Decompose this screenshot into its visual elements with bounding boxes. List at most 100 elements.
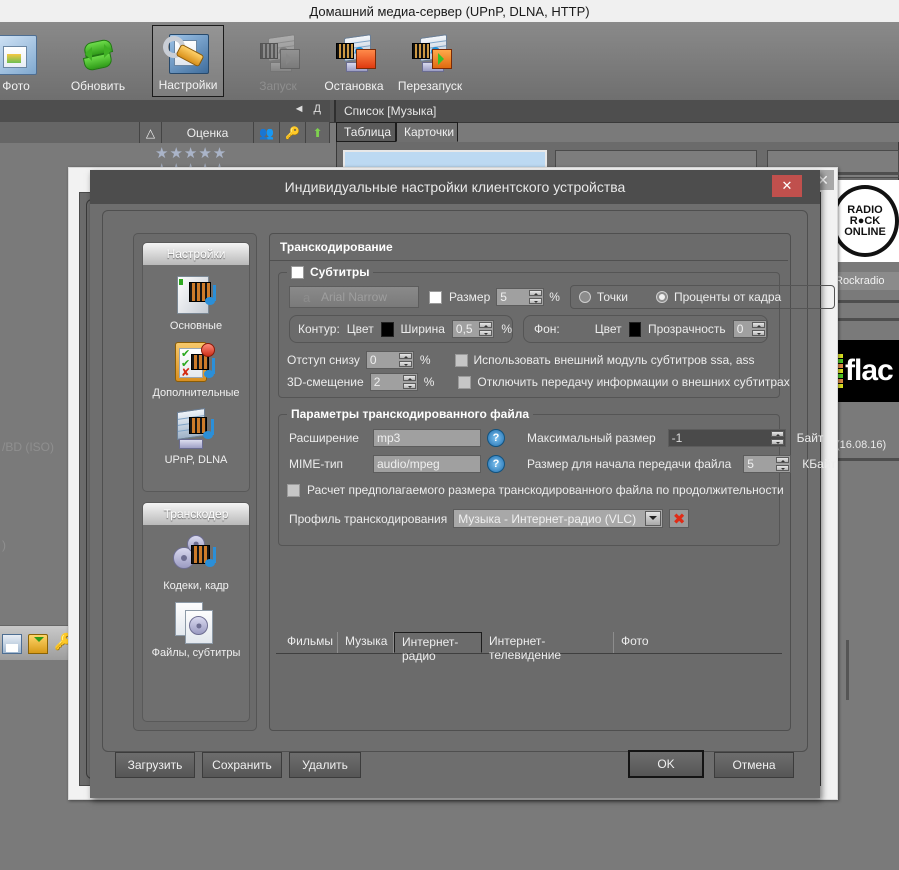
pane-collapse-arrows[interactable]: ◄ Д [294, 103, 324, 115]
people-icon[interactable]: 👥 [254, 122, 280, 143]
refresh-icon [75, 33, 121, 77]
bottom-offset-row: Отступ снизу 0 % Использовать внешний мо… [287, 351, 755, 369]
column-header-blank[interactable] [0, 122, 140, 143]
sidebar-item-kodeki-kadr[interactable]: Кодеки, кадр [143, 533, 249, 592]
delete-button[interactable]: Удалить [289, 752, 361, 778]
sidebar-label-osnovnye: Основные [170, 320, 222, 332]
outline-width-unit: % [501, 322, 512, 336]
table-column-header: △ Оценка 👥 🔑 ⬆ [0, 122, 330, 143]
tab-internet-tv[interactable]: Интернет-телевидение [482, 632, 614, 653]
toolbar-button-start: Запуск [242, 25, 314, 97]
subtitles-enable-checkbox[interactable] [291, 266, 304, 279]
bg-color-swatch[interactable] [629, 322, 641, 337]
extension-input[interactable]: mp3 [373, 429, 481, 447]
size-spinner[interactable]: 5 [496, 288, 544, 306]
sidebar-item-faily-subtitry[interactable]: Файлы, субтитры [143, 600, 249, 659]
tab-cards[interactable]: Карточки [396, 122, 458, 142]
logo-line-1: RADIO [847, 205, 882, 216]
tab-internet-radio[interactable]: Интернет-радио [394, 632, 482, 653]
shift3d-spinner[interactable]: 2 [370, 373, 418, 391]
settings-sidebar: Настройки Основные ✔ ✔ ✘ [133, 233, 257, 731]
bg-transparency-spinner[interactable]: 0 [733, 320, 767, 338]
flac-text: flac [845, 354, 893, 388]
toolbar-button-settings[interactable]: Настройки [152, 25, 224, 97]
logo-line-3: ONLINE [844, 227, 886, 238]
tab-table[interactable]: Таблица [336, 122, 396, 142]
outline-color-swatch[interactable] [381, 322, 394, 337]
radio-points-label: Точки [597, 290, 628, 304]
max-size-label: Максимальный размер [527, 431, 656, 445]
list-title: Список [Музыка] [334, 100, 899, 122]
column-header-sort-icon[interactable]: △ [140, 122, 162, 143]
divider [831, 458, 899, 461]
question-help-icon[interactable]: ? [487, 429, 505, 447]
radio-percent-of-frame[interactable] [656, 291, 668, 303]
red-x-delete-icon[interactable]: ✖ [669, 509, 689, 528]
sidebar-item-osnovnye[interactable]: Основные [143, 273, 249, 332]
transcoding-profile-select[interactable]: Музыка - Интернет-радио (VLC) [453, 509, 663, 528]
start-size-spinner[interactable]: 5 [743, 455, 791, 473]
size-enable-checkbox[interactable] [429, 291, 442, 304]
size-unit: % [549, 290, 560, 304]
outline-label: Контур: [298, 322, 340, 336]
right-panel-columns [832, 640, 899, 700]
chevron-down-icon[interactable] [645, 511, 661, 526]
toolbar-label-settings: Настройки [159, 78, 218, 92]
close-icon[interactable]: ✕ [772, 175, 802, 197]
font-select-button[interactable]: a Arial Narrow [289, 286, 419, 308]
server-stop-icon [331, 33, 377, 77]
toolbar-button-photo[interactable]: Фото [0, 25, 52, 97]
toolbar-button-restart[interactable]: Перезапуск [394, 25, 466, 97]
up-arrow-icon[interactable]: ⬆ [306, 122, 330, 143]
open-folder-icon[interactable] [28, 634, 48, 654]
save-button[interactable]: Сохранить [202, 752, 282, 778]
toolbar-button-stop[interactable]: Остановка [318, 25, 390, 97]
sidebar-item-dopolnitelnye[interactable]: ✔ ✔ ✘ Дополнительные [143, 340, 249, 399]
max-size-spinner[interactable]: -1 [668, 429, 786, 447]
tab-filmy[interactable]: Фильмы [280, 632, 338, 653]
sidebar-label-upnp-dlna: UPnP, DLNA [165, 454, 228, 466]
subtitles-legend: Субтитры [310, 265, 369, 279]
radio-percent-label: Проценты от кадра [674, 290, 781, 304]
clipboard-check-icon: ✔ ✔ ✘ [171, 340, 221, 384]
ok-button[interactable]: OK [628, 750, 704, 778]
tab-muzyka[interactable]: Музыка [338, 632, 394, 653]
subtitles-legend-row: Субтитры [287, 265, 373, 279]
radio-points[interactable] [579, 291, 591, 303]
folder-photo-icon [0, 33, 39, 77]
toolbar-label-photo: Фото [2, 79, 30, 93]
sidebar-item-upnp-dlna[interactable]: UPnP, DLNA [143, 407, 249, 466]
disable-external-info-checkbox[interactable] [458, 376, 471, 389]
tab-foto[interactable]: Фото [614, 632, 658, 653]
bg-label-paren: ) [2, 538, 6, 552]
outline-width-spinner[interactable]: 0,5 [452, 320, 494, 338]
question-help-icon[interactable]: ? [487, 455, 505, 473]
mime-input[interactable]: audio/mpeg [373, 455, 481, 473]
list-view-tabs: Таблица Карточки [336, 122, 899, 142]
load-button[interactable]: Загрузить [115, 752, 195, 778]
outline-width-value: 0,5 [456, 322, 473, 336]
sidebar-group-transcoder: Транскодер Кодеки, кадр [142, 502, 250, 722]
bottom-offset-spinner[interactable]: 0 [366, 351, 414, 369]
external-ssa-checkbox[interactable] [455, 354, 468, 367]
bg-label: Фон: [534, 322, 560, 336]
save-icon[interactable] [2, 634, 22, 654]
column-header-rating[interactable]: Оценка [162, 122, 254, 143]
sidebar-group-settings: Настройки Основные ✔ ✔ ✘ [142, 242, 250, 492]
sidebar-label-dopolnitelnye: Дополнительные [152, 387, 239, 399]
shift3d-value: 2 [374, 375, 381, 389]
media-type-tabs: Фильмы Музыка Интернет-радио Интернет-те… [276, 632, 782, 654]
estimate-size-checkbox[interactable] [287, 484, 300, 497]
left-pane-header: ◄ Д [0, 100, 330, 122]
key-icon[interactable]: 🔑 [280, 122, 306, 143]
book-media-icon [171, 273, 221, 317]
cancel-button[interactable]: Отмена [714, 752, 794, 778]
max-size-value: -1 [672, 431, 683, 445]
profile-label: Профиль транскодирования [289, 512, 447, 526]
background-group: Фон: Цвет Прозрачность 0 [523, 315, 768, 343]
extension-row: Расширение mp3 ? Максимальный размер -1 … [289, 429, 823, 447]
subtitle-font-row: a Arial Narrow Размер 5 % Точки Проце [289, 285, 825, 309]
estimate-size-label: Расчет предполагаемого размера транскоди… [307, 483, 784, 497]
list-toolbar: ◄ Д Список [Музыка] [0, 100, 899, 123]
toolbar-button-refresh[interactable]: Обновить [62, 25, 134, 97]
